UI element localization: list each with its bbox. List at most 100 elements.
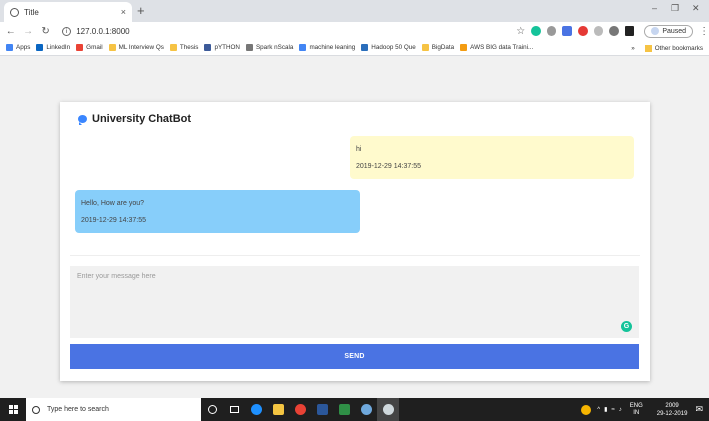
clock-time: 2009 bbox=[665, 402, 679, 409]
cortana-icon[interactable] bbox=[201, 398, 223, 421]
bookmark-label: Thesis bbox=[179, 44, 199, 51]
minimize-icon[interactable]: – bbox=[652, 3, 657, 13]
bookmark-icon bbox=[76, 44, 84, 51]
windows-taskbar: Type here to search ^ ▮ ≈ ♪ ENG IN 2009 … bbox=[0, 398, 709, 421]
notifications-icon[interactable]: ✉ bbox=[695, 404, 703, 415]
bookmark-label: Hadoop 50 Que bbox=[371, 44, 416, 51]
grammarly-extension-icon[interactable] bbox=[531, 26, 541, 36]
bookmark-icon bbox=[421, 44, 429, 51]
extension-icon[interactable] bbox=[546, 26, 557, 36]
word-icon[interactable] bbox=[311, 398, 333, 421]
extension-u-icon[interactable] bbox=[593, 26, 604, 36]
bookmark-item[interactable]: Apps bbox=[6, 44, 30, 51]
bookmark-icon bbox=[36, 44, 44, 51]
bookmark-item[interactable]: Hadoop 50 Que bbox=[361, 44, 416, 51]
taskbar-search-placeholder: Type here to search bbox=[47, 406, 109, 413]
profile-status: Paused bbox=[662, 27, 687, 35]
divider bbox=[70, 255, 640, 256]
bookmarks-more-icon[interactable]: » bbox=[631, 45, 635, 52]
grammarly-icon[interactable]: G bbox=[621, 321, 632, 332]
taskbar-clock[interactable]: 2009 29-12-2019 bbox=[657, 402, 688, 418]
message-text: Hello, How are you? bbox=[81, 200, 145, 207]
app-photos-icon[interactable] bbox=[377, 398, 399, 421]
profile-button[interactable]: Paused bbox=[644, 24, 694, 38]
bookmark-label: machine leaning bbox=[309, 44, 356, 51]
bookmark-label: Apps bbox=[16, 44, 31, 51]
bookmark-icon bbox=[245, 44, 253, 51]
app-green-icon[interactable] bbox=[333, 398, 355, 421]
tab-close-icon[interactable]: × bbox=[121, 7, 126, 17]
bookmark-label: BigData bbox=[431, 44, 455, 51]
bookmark-item[interactable]: AWS BIG data Traini... bbox=[460, 44, 533, 51]
extension-play-icon[interactable] bbox=[624, 26, 635, 36]
message-timestamp: 2019-12-29 14:37:55 bbox=[356, 163, 421, 170]
chrome-icon[interactable] bbox=[289, 398, 311, 421]
bot-message: Hello, How are you? 2019-12-29 14:37:55 bbox=[75, 190, 360, 233]
browser-tab[interactable]: Title × bbox=[4, 2, 132, 22]
bookmark-icon bbox=[6, 44, 13, 51]
bookmark-label: Gmail bbox=[86, 44, 103, 51]
info-icon[interactable]: i bbox=[62, 26, 72, 36]
new-tab-button[interactable]: + bbox=[137, 3, 145, 18]
folder-icon bbox=[644, 44, 652, 52]
windows-start-icon[interactable] bbox=[0, 405, 26, 414]
file-explorer-icon[interactable] bbox=[267, 398, 289, 421]
bookmarks-bar: Apps LinkedIn Gmail ML Interview Qs Thesis pY… bbox=[0, 40, 709, 56]
app-paint-icon[interactable] bbox=[355, 398, 377, 421]
language-indicator[interactable]: ENG IN bbox=[630, 403, 643, 417]
page-title: University ChatBot bbox=[92, 113, 192, 125]
bookmark-star-icon[interactable]: ☆ bbox=[516, 26, 525, 37]
message-input[interactable] bbox=[70, 266, 639, 338]
message-text: hi bbox=[356, 146, 362, 153]
other-bookmarks[interactable]: » Other bookmarks bbox=[631, 40, 703, 55]
bookmark-icon bbox=[299, 44, 307, 51]
bookmark-item[interactable]: ML Interview Qs bbox=[108, 44, 164, 51]
browser-tab-bar: Title × + – ❐ ✕ bbox=[0, 0, 709, 22]
address-bar[interactable]: i 127.0.0.1:8000 bbox=[58, 24, 509, 38]
restore-icon[interactable]: ❐ bbox=[671, 3, 679, 14]
send-button[interactable]: SEND bbox=[70, 344, 639, 369]
close-window-icon[interactable]: ✕ bbox=[692, 3, 700, 14]
reload-icon[interactable]: ↻ bbox=[39, 26, 52, 37]
bookmark-icon bbox=[361, 44, 369, 51]
kebab-menu-icon[interactable]: ⋮ bbox=[699, 26, 709, 37]
chat-card: University ChatBot hi 2019-12-29 14:37:5… bbox=[60, 102, 650, 381]
chevron-up-icon[interactable]: ^ bbox=[597, 407, 600, 413]
battery-icon[interactable]: ▮ bbox=[604, 406, 607, 413]
browser-toolbar: ← → ↻ i 127.0.0.1:8000 ☆ Paused ⋮ bbox=[0, 22, 709, 40]
wifi-icon[interactable]: ≈ bbox=[611, 407, 614, 413]
bookmark-icon bbox=[169, 44, 177, 51]
chat-bubble-icon bbox=[78, 115, 87, 125]
bookmark-label: pYTHON bbox=[214, 44, 240, 51]
forward-arrow-icon[interactable]: → bbox=[21, 26, 34, 37]
taskbar-search-input[interactable]: Type here to search bbox=[26, 398, 201, 421]
globe-icon bbox=[10, 7, 19, 17]
opera-extension-icon[interactable] bbox=[578, 26, 588, 36]
bookmark-label: LinkedIn bbox=[46, 44, 71, 51]
system-tray: ^ ▮ ≈ ♪ ENG IN 2009 29-12-2019 ✉ bbox=[581, 398, 709, 421]
bookmark-label: AWS BIG data Traini... bbox=[470, 44, 534, 51]
bookmark-item[interactable]: machine leaning bbox=[299, 44, 355, 51]
user-tray-icon[interactable] bbox=[581, 404, 592, 415]
bookmark-item[interactable]: Spark nScala bbox=[245, 44, 293, 51]
bookmark-item[interactable]: Gmail bbox=[76, 44, 103, 51]
bookmark-label: ML Interview Qs bbox=[118, 44, 164, 51]
bookmark-icon bbox=[460, 44, 468, 51]
edge-icon[interactable] bbox=[245, 398, 267, 421]
url-text: 127.0.0.1:8000 bbox=[76, 26, 130, 36]
user-message: hi 2019-12-29 14:37:55 bbox=[350, 136, 634, 179]
bookmark-item[interactable]: LinkedIn bbox=[36, 44, 70, 51]
chat-header: University ChatBot bbox=[78, 113, 191, 125]
bookmark-item[interactable]: pYTHON bbox=[204, 44, 240, 51]
task-view-icon[interactable] bbox=[223, 398, 245, 421]
tab-title: Title bbox=[24, 7, 39, 17]
other-bookmarks-label: Other bookmarks bbox=[654, 44, 703, 52]
search-icon bbox=[32, 405, 40, 414]
volume-icon[interactable]: ♪ bbox=[619, 407, 622, 413]
bookmark-item[interactable]: BigData bbox=[421, 44, 455, 51]
extension-refresh-icon[interactable] bbox=[609, 26, 619, 36]
bookmark-item[interactable]: Thesis bbox=[169, 44, 199, 51]
avatar bbox=[651, 27, 660, 35]
back-arrow-icon[interactable]: ← bbox=[4, 26, 17, 37]
extension-badge-icon[interactable] bbox=[562, 26, 572, 36]
